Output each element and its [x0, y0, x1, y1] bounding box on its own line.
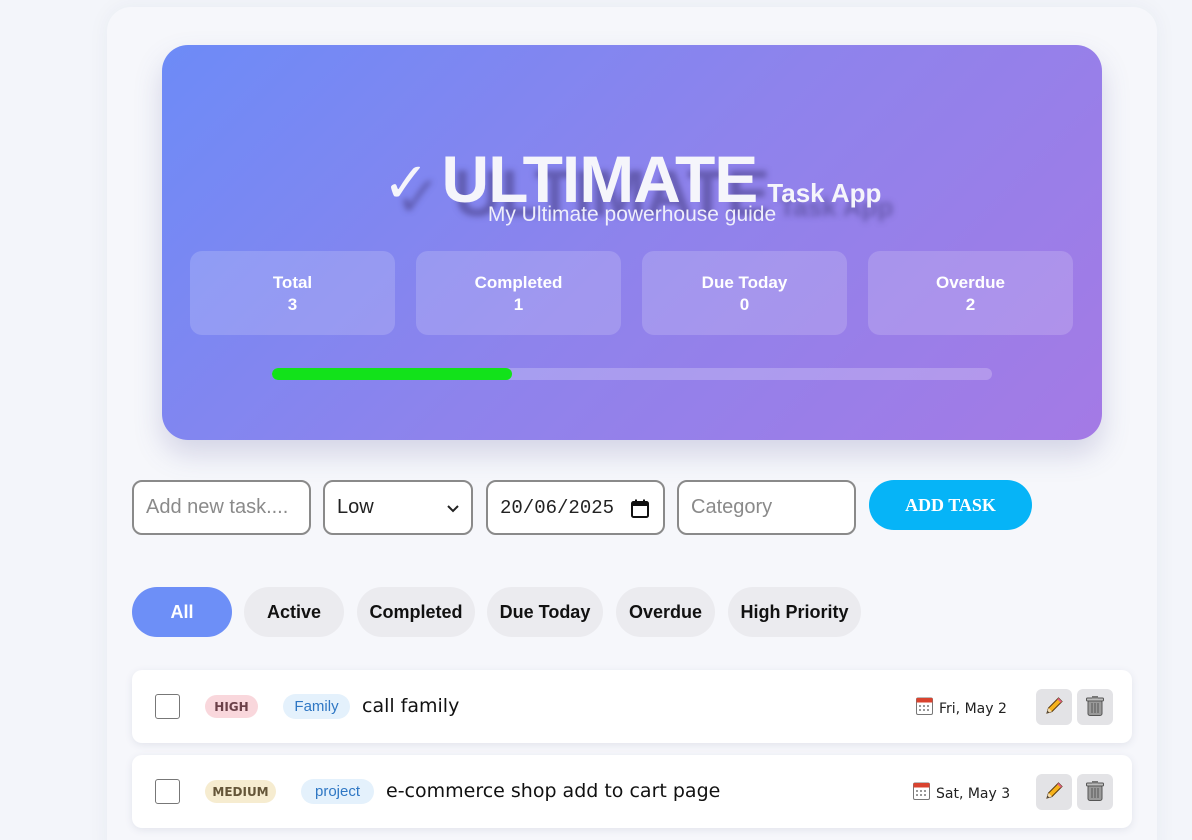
- add-task-button[interactable]: ADD TASK: [869, 480, 1032, 530]
- filter-high-priority[interactable]: High Priority: [728, 587, 861, 637]
- task-text: e-commerce shop add to cart page: [386, 780, 721, 802]
- priority-badge: HIGH: [205, 695, 258, 718]
- task-checkbox[interactable]: [155, 779, 180, 804]
- stat-value: 1: [513, 295, 524, 314]
- task-item: HIGH Family call family Fri, May 2: [132, 670, 1132, 743]
- due-date-text: Sat, May 3: [936, 785, 1011, 802]
- edit-button[interactable]: [1036, 689, 1072, 725]
- task-input[interactable]: Add new task....: [132, 480, 311, 535]
- stats-row: Total 3 Completed 1 Due Today 0 Overdue …: [190, 251, 1074, 335]
- task-text: call family: [362, 695, 460, 717]
- filter-completed[interactable]: Completed: [357, 587, 475, 637]
- stat-label: Due Today: [701, 273, 788, 292]
- stat-value: 3: [287, 295, 298, 314]
- calendar-icon[interactable]: [631, 499, 649, 524]
- stat-card-due-today: Due Today 0: [642, 251, 847, 335]
- pencil-icon: [1043, 695, 1065, 720]
- due-date: Fri, May 2: [916, 697, 1007, 720]
- calendar-icon: [913, 782, 930, 805]
- category-tag: Family: [283, 694, 350, 719]
- task-checkbox[interactable]: [155, 694, 180, 719]
- add-task-form: Add new task.... Low 20/06/2025 Category…: [132, 480, 1052, 536]
- progress-fill: [272, 368, 512, 380]
- category-tag: project: [301, 779, 374, 804]
- category-input[interactable]: Category: [677, 480, 856, 535]
- priority-value: Low: [337, 496, 374, 518]
- filter-due-today[interactable]: Due Today: [487, 587, 603, 637]
- stat-value: 0: [739, 295, 750, 314]
- due-date-input[interactable]: 20/06/2025: [486, 480, 665, 535]
- delete-button[interactable]: [1077, 689, 1113, 725]
- trash-icon: [1085, 695, 1105, 720]
- priority-select[interactable]: Low: [323, 480, 473, 535]
- due-date: Sat, May 3: [913, 782, 1010, 805]
- filter-overdue[interactable]: Overdue: [616, 587, 715, 637]
- calendar-icon: [916, 697, 933, 720]
- header-banner: ✓ ULTIMATE Task App My Ultimate powerhou…: [162, 45, 1102, 440]
- stat-card-overdue: Overdue 2: [868, 251, 1073, 335]
- chevron-down-icon: [447, 500, 459, 516]
- stat-label: Overdue: [936, 273, 1005, 292]
- stat-label: Total: [272, 273, 313, 292]
- filter-active[interactable]: Active: [244, 587, 344, 637]
- progress-bar: [272, 368, 992, 380]
- trash-icon: [1085, 780, 1105, 805]
- stat-card-completed: Completed 1: [416, 251, 621, 335]
- due-date-text: Fri, May 2: [939, 700, 1007, 717]
- task-item: MEDIUM project e-commerce shop add to ca…: [132, 755, 1132, 828]
- date-value: 20/06/2025: [500, 496, 615, 519]
- filter-bar: All Active Completed Due Today Overdue H…: [132, 587, 892, 637]
- priority-badge: MEDIUM: [205, 780, 276, 803]
- stat-card-total: Total 3: [190, 251, 395, 335]
- subtitle: My Ultimate powerhouse guide: [487, 203, 777, 226]
- stat-label: Completed: [474, 273, 563, 292]
- pencil-icon: [1043, 780, 1065, 805]
- filter-all[interactable]: All: [132, 587, 232, 637]
- delete-button[interactable]: [1077, 774, 1113, 810]
- stat-value: 2: [965, 295, 976, 314]
- edit-button[interactable]: [1036, 774, 1072, 810]
